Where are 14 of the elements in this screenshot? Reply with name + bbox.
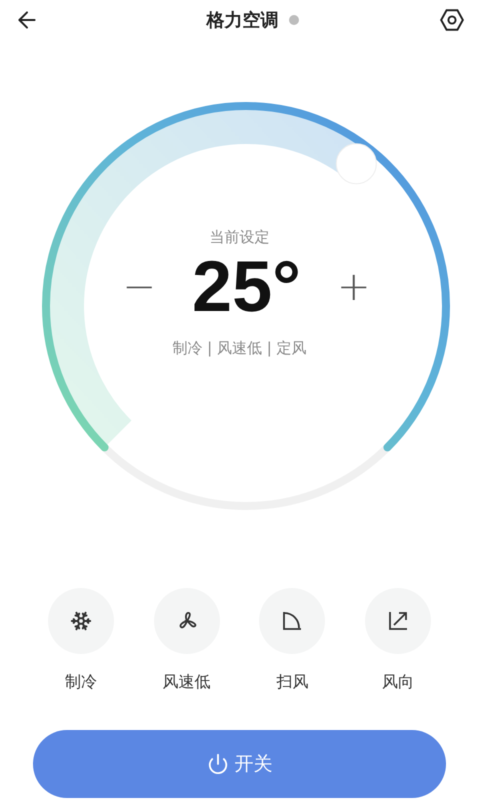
snowflake-icon <box>70 610 92 632</box>
mode-label: 制冷 <box>65 671 97 693</box>
settings-icon <box>439 7 465 33</box>
temperature-value: 25° <box>192 250 301 322</box>
mode-label: 风速低 <box>162 671 211 693</box>
setting-caption: 当前设定 <box>210 227 270 248</box>
decrease-button[interactable]: − <box>122 266 156 306</box>
increase-button[interactable]: + <box>336 266 370 306</box>
device-title: 格力空调 <box>206 8 278 32</box>
mode-summary: 制冷 | 风速低 | 定风 <box>172 338 307 358</box>
dial-thumb[interactable] <box>336 143 377 184</box>
power-icon <box>206 753 228 775</box>
mode-label: 扫风 <box>276 671 308 693</box>
mode-label: 风向 <box>382 671 414 693</box>
